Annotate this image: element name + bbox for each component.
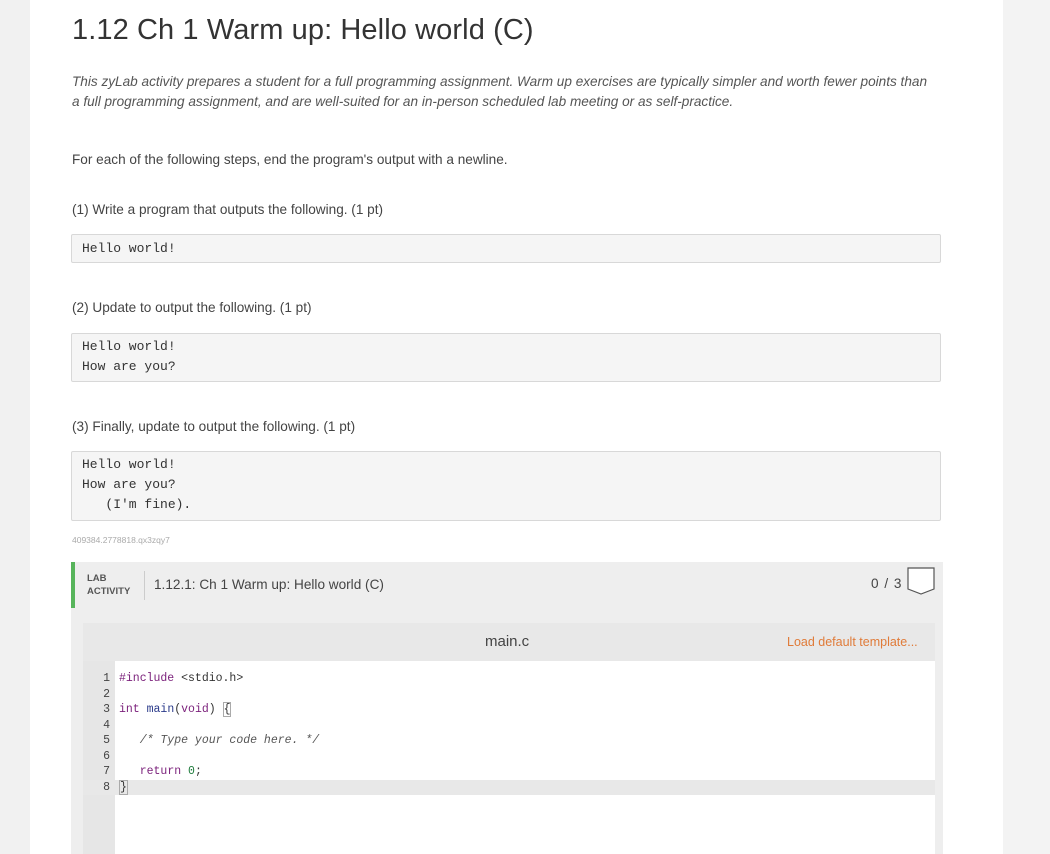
line-number: 5 [103, 734, 110, 747]
lab-label-line1: LAB [87, 573, 107, 584]
code-line[interactable]: 2 [83, 687, 935, 702]
line-code[interactable]: int main(void) { [119, 702, 232, 717]
line-number: 3 [103, 703, 110, 716]
content-page: 1.12 Ch 1 Warm up: Hello world (C) This … [30, 0, 1003, 854]
line-code[interactable]: /* Type your code here. */ [119, 733, 319, 748]
instructions-text: For each of the following steps, end the… [72, 152, 508, 167]
code-line[interactable]: 4 [83, 718, 935, 733]
lab-activity: LAB ACTIVITY 1.12.1: Ch 1 Warm up: Hello… [71, 562, 943, 854]
step-2-output: Hello world! How are you? [71, 333, 941, 382]
lab-title: 1.12.1: Ch 1 Warm up: Hello world (C) [154, 577, 384, 592]
lab-accent-bar [71, 562, 75, 608]
code-line[interactable]: 3 int main(void) { [83, 702, 935, 717]
editor-filename: main.c [485, 633, 530, 650]
code-line[interactable]: 8} [83, 779, 935, 795]
line-number: 6 [103, 749, 110, 763]
right-margin [1003, 0, 1050, 854]
line-number: 4 [103, 718, 110, 732]
step-3-label: (3) Finally, update to output the follow… [72, 419, 356, 434]
line-code[interactable]: } [119, 779, 128, 795]
completion-badge-icon [907, 567, 935, 595]
load-default-template-link[interactable]: Load default template... [787, 635, 918, 649]
code-line[interactable]: 7 return 0; [83, 764, 935, 779]
lab-activity-label: LAB ACTIVITY [87, 572, 130, 598]
lab-score: 0 / 3 [871, 576, 903, 591]
line-number: 1 [103, 672, 110, 685]
lab-label-line2: ACTIVITY [87, 586, 131, 597]
line-number: 7 [103, 765, 110, 778]
step-1-label: (1) Write a program that outputs the fol… [72, 202, 384, 217]
line-number: 2 [103, 687, 110, 701]
step-1-output: Hello world! [71, 234, 941, 263]
intro-text: This zyLab activity prepares a student f… [72, 74, 928, 109]
code-line[interactable]: 6 [83, 749, 935, 764]
editor-header: main.c Load default template... [83, 623, 935, 661]
line-code[interactable]: #include <stdio.h> [119, 671, 243, 686]
code-editor[interactable]: main.c Load default template... 1 #includ… [83, 623, 935, 854]
activity-hash-id: 409384.2778818.qx3zqy7 [72, 535, 170, 545]
line-number: 8 [103, 780, 110, 794]
page-title: 1.12 Ch 1 Warm up: Hello world (C) [72, 14, 534, 46]
step-2-label: (2) Update to output the following. (1 p… [72, 300, 312, 315]
code-line[interactable]: 5 /* Type your code here. */ [83, 733, 935, 748]
code-line[interactable]: 1 #include <stdio.h> [83, 671, 935, 686]
lab-divider [144, 571, 145, 600]
step-3-output: Hello world! How are you? (I'm fine). [71, 451, 941, 521]
line-code[interactable]: return 0; [119, 764, 202, 779]
